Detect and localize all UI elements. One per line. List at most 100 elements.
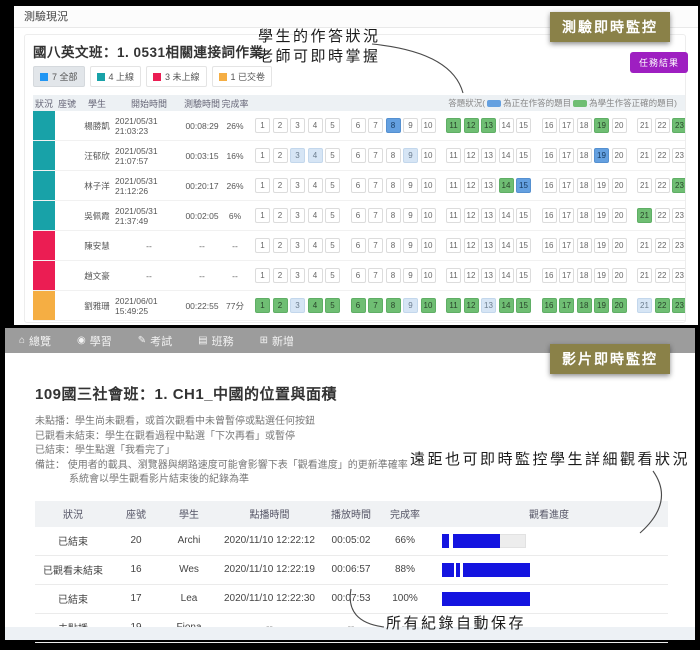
question-cell-16: 16 — [542, 208, 557, 223]
question-cell-16: 16 — [542, 268, 557, 283]
question-group: 21222324 — [637, 118, 685, 133]
question-cell-19: 19 — [594, 238, 609, 253]
correct-question-swatch-icon — [573, 100, 587, 107]
filter-chip-label: 3 未上線 — [165, 70, 200, 83]
question-group: 678910 — [351, 178, 439, 193]
test-monitor-badge: 測驗即時監控 — [550, 12, 670, 42]
question-cell-15: 15 — [516, 238, 531, 253]
student-name: Archi — [161, 535, 217, 546]
question-cell-20: 20 — [612, 178, 627, 193]
start-time-cell: 2021/05/31 21:37:49 — [115, 201, 183, 230]
seat-cell — [55, 141, 79, 170]
start-time-cell: -- — [115, 261, 183, 290]
filter-chip-全部[interactable]: 7 全部 — [33, 66, 85, 87]
question-cell-23: 23 — [672, 268, 685, 283]
test-duration-cell: 00:08:29 — [183, 111, 221, 140]
question-cell-22: 22 — [655, 298, 670, 313]
question-cell-11: 11 — [446, 298, 461, 313]
question-cell-19: 19 — [594, 118, 609, 133]
video-lesson-title: 109國三社會班：1. CH1_中國的位置與面積 — [35, 383, 665, 404]
question-cell-9: 9 — [403, 118, 418, 133]
question-cell-22: 22 — [655, 208, 670, 223]
seat-cell — [55, 201, 79, 230]
question-cell-5: 5 — [325, 268, 340, 283]
nav-item-新增[interactable]: ⊞新增 — [260, 333, 294, 349]
question-cell-2: 2 — [273, 148, 288, 163]
filter-swatch-icon — [219, 73, 227, 81]
question-cell-10: 10 — [421, 208, 436, 223]
question-cell-9: 9 — [403, 298, 418, 313]
question-cell-4: 4 — [308, 118, 323, 133]
question-cell-19: 19 — [594, 208, 609, 223]
seat-cell: 17 — [111, 593, 161, 604]
question-cell-13: 13 — [481, 268, 496, 283]
completion-cell: 100% — [380, 593, 430, 604]
question-cell-5: 5 — [325, 118, 340, 133]
question-cell-1: 1 — [255, 238, 270, 253]
annotation-line-2: 老師可即時掌握 — [258, 46, 381, 66]
question-cell-13: 13 — [481, 178, 496, 193]
question-cell-1: 1 — [255, 298, 270, 313]
question-group: 1617181920 — [542, 238, 630, 253]
completion-cell: 88% — [380, 564, 430, 575]
progress-segment-track — [500, 534, 526, 548]
video-column-header-6: 觀看進度 — [430, 506, 668, 521]
question-grid: 123456789101112131415161718192021222324 — [249, 291, 685, 320]
question-cell-7: 7 — [368, 148, 383, 163]
question-cell-5: 5 — [325, 178, 340, 193]
question-cell-12: 12 — [464, 298, 479, 313]
question-cell-2: 2 — [273, 178, 288, 193]
nav-item-班務[interactable]: ▤班務 — [198, 333, 233, 349]
question-cell-13: 13 — [481, 208, 496, 223]
filter-chip-已交卷[interactable]: 1 已交卷 — [212, 66, 273, 87]
test-table-row: 林子洋2021/05/31 21:12:2600:20:1726%1234567… — [33, 171, 685, 201]
question-cell-23: 23 — [672, 298, 685, 313]
play-duration-cell: 00:06:57 — [322, 564, 380, 575]
question-group: 1617181920 — [542, 298, 630, 313]
test-duration-cell: 00:22:55 — [183, 291, 221, 320]
question-grid: 123456789101112131415161718192021222324 — [249, 261, 685, 290]
filter-chip-上線[interactable]: 4 上線 — [90, 66, 142, 87]
question-cell-15: 15 — [516, 178, 531, 193]
video-column-header-5: 完成率 — [380, 506, 430, 521]
question-cell-8: 8 — [386, 118, 401, 133]
question-cell-22: 22 — [655, 268, 670, 283]
filter-chip-label: 7 全部 — [52, 70, 78, 83]
question-cell-17: 17 — [559, 178, 574, 193]
question-group: 1112131415 — [446, 118, 534, 133]
video-column-header-4: 播放時間 — [322, 506, 380, 521]
question-cell-7: 7 — [368, 238, 383, 253]
question-cell-9: 9 — [403, 238, 418, 253]
question-cell-21: 21 — [637, 238, 652, 253]
question-cell-6: 6 — [351, 268, 366, 283]
question-cell-13: 13 — [481, 238, 496, 253]
watch-progress-cell — [430, 563, 668, 577]
video-column-header-0: 狀況 — [35, 506, 111, 521]
nav-item-學習[interactable]: ◉學習 — [77, 333, 112, 349]
question-group: 678910 — [351, 298, 439, 313]
question-cell-15: 15 — [516, 268, 531, 283]
question-group: 678910 — [351, 208, 439, 223]
seat-cell — [55, 291, 79, 320]
filter-chip-未上線[interactable]: 3 未上線 — [146, 66, 207, 87]
test-table-row: 陳安慧------1234567891011121314151617181920… — [33, 231, 685, 261]
question-cell-1: 1 — [255, 268, 270, 283]
test-table: 狀況座號學生開始時間測驗時間完成率 答題狀況(為正在作答的題目為學生作答正確的題… — [33, 95, 685, 321]
nav-item-總覽[interactable]: ⌂總覽 — [19, 333, 51, 349]
nav-item-考試[interactable]: ✎考試 — [138, 333, 172, 349]
test-table-row: 吳佩霞2021/05/31 21:37:4900:02:056%12345678… — [33, 201, 685, 231]
task-result-button[interactable]: 任務結果 — [630, 52, 688, 73]
question-cell-21: 21 — [637, 268, 652, 283]
student-name[interactable]: 劉雅珊 — [79, 291, 115, 320]
question-cell-13: 13 — [481, 118, 496, 133]
start-time-cell: 2021/05/31 21:03:23 — [115, 111, 183, 140]
question-cell-21: 21 — [637, 148, 652, 163]
question-cell-11: 11 — [446, 208, 461, 223]
seat-cell — [55, 171, 79, 200]
question-cell-18: 18 — [577, 208, 592, 223]
watch-progress-bar — [442, 563, 668, 577]
question-cell-18: 18 — [577, 118, 592, 133]
question-cell-10: 10 — [421, 238, 436, 253]
question-cell-2: 2 — [273, 238, 288, 253]
video-column-header-2: 學生 — [161, 506, 217, 521]
